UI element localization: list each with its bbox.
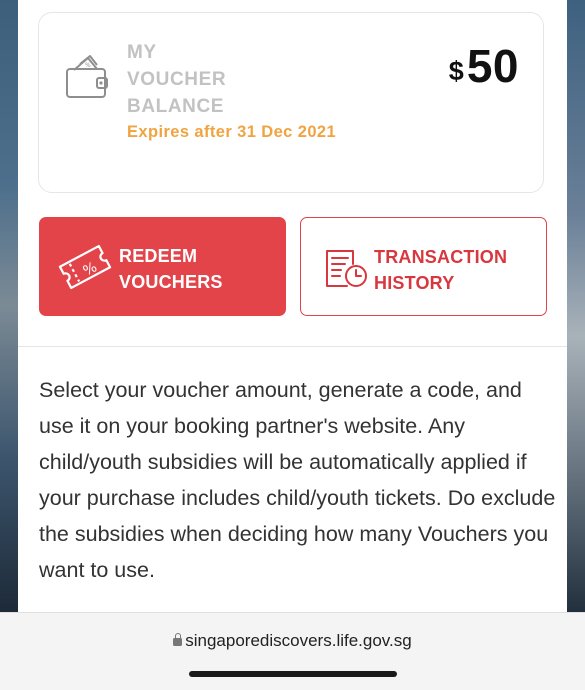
expiry-text: Expires after 31 Dec 2021	[127, 123, 337, 141]
balance-title-line: BALANCE	[127, 96, 225, 117]
lock-icon	[173, 633, 183, 646]
home-indicator[interactable]	[189, 671, 397, 677]
voucher-panel: % MY VOUCHER BALANCE Expires after 31 De…	[18, 0, 567, 612]
amount-value: 50	[466, 40, 519, 92]
url-display[interactable]: singaporediscovers.life.gov.sg	[0, 631, 585, 651]
voucher-instructions: Select your voucher amount, generate a c…	[39, 378, 556, 582]
voucher-balance-card: % MY VOUCHER BALANCE Expires after 31 De…	[38, 12, 544, 193]
wallet-voucher-icon: %	[66, 55, 108, 98]
redeem-label-line: VOUCHERS	[119, 272, 223, 292]
history-label-line: HISTORY	[374, 273, 455, 293]
balance-title-line: MY	[127, 42, 157, 63]
redeem-vouchers-button[interactable]: % REDEEM VOUCHERS	[39, 217, 286, 316]
redeem-label-line: REDEEM	[119, 246, 198, 266]
balance-title-line: VOUCHER	[127, 69, 227, 90]
background-photo-right	[565, 0, 585, 612]
svg-text:%: %	[85, 62, 91, 69]
balance-title: MY VOUCHER BALANCE	[127, 39, 257, 120]
balance-amount: $50	[449, 39, 519, 93]
background-photo-left	[0, 0, 20, 612]
url-text: singaporediscovers.life.gov.sg	[185, 631, 412, 650]
section-divider	[18, 346, 567, 347]
svg-text:%: %	[81, 259, 100, 279]
currency-symbol: $	[448, 56, 464, 86]
document-clock-icon	[326, 250, 367, 287]
redeem-label: REDEEM VOUCHERS	[119, 243, 223, 295]
transaction-history-button[interactable]: TRANSACTION HISTORY	[300, 217, 547, 316]
voucher-ticket-icon: %	[58, 244, 112, 290]
browser-address-bar[interactable]: singaporediscovers.life.gov.sg	[0, 612, 585, 690]
history-label-line: TRANSACTION	[374, 247, 508, 267]
history-label: TRANSACTION HISTORY	[374, 244, 507, 296]
